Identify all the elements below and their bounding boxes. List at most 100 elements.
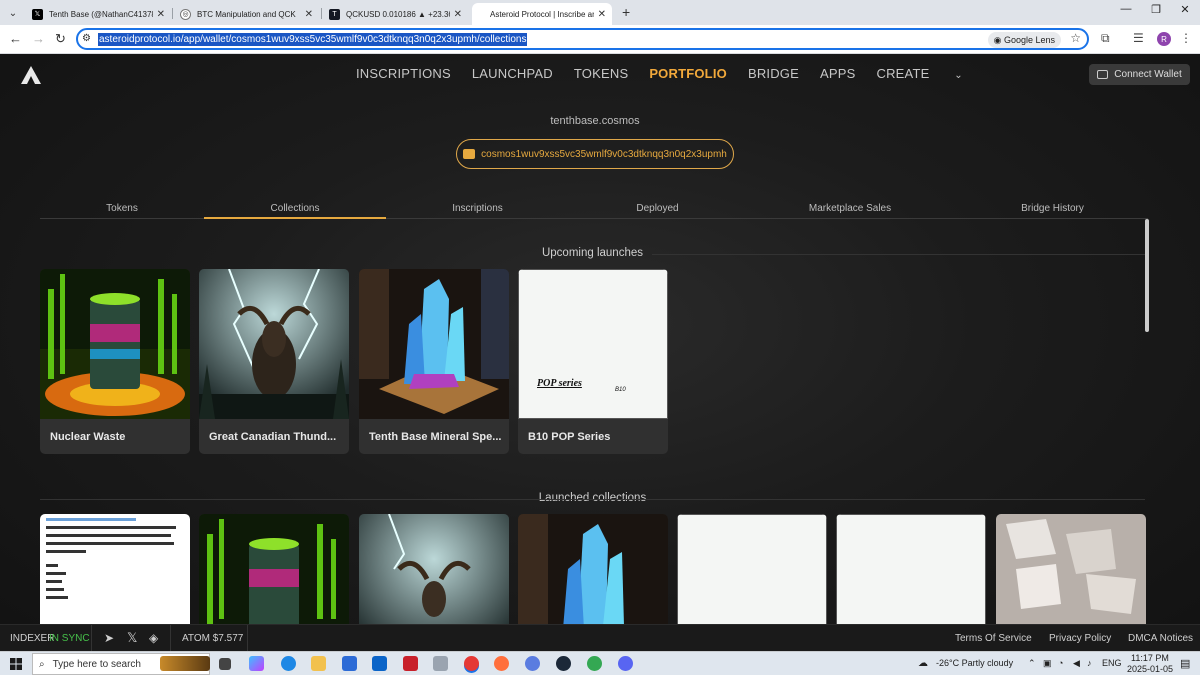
tab-marketplace-sales[interactable]: Marketplace Sales	[790, 203, 910, 214]
browser-menu-icon[interactable]: ⋮	[1180, 31, 1192, 45]
chevron-down-icon: ⌄	[954, 70, 963, 81]
main-nav: INSCRIPTIONS LAUNCHPAD TOKENS PORTFOLIO …	[356, 66, 1005, 81]
chrome-icon[interactable]	[464, 656, 479, 671]
terms-of-service-link[interactable]: Terms Of Service	[955, 633, 1032, 644]
indexer-label: INDEXER	[10, 633, 55, 644]
restore-icon[interactable]: ❐	[1141, 3, 1171, 16]
collection-card[interactable]: Tenth Base Mineral Spe...	[359, 269, 509, 454]
tab-title: Tenth Base (@NathanC4137863	[49, 9, 153, 19]
layers-icon[interactable]: ◈	[149, 631, 158, 645]
windows-taskbar: ⌕ Type here to search ☁ -26°C Partly clo…	[0, 651, 1200, 675]
back-icon[interactable]: ←	[9, 31, 22, 46]
asteroid-app: INSCRIPTIONS LAUNCHPAD TOKENS PORTFOLIO …	[0, 54, 1200, 651]
collection-card[interactable]: POP series B10 B10 POP Series	[518, 269, 668, 454]
connect-wallet-button[interactable]: Connect Wallet	[1089, 64, 1190, 85]
profile-avatar[interactable]: R	[1157, 32, 1171, 46]
browser-tab[interactable]: T QCKUSD 0.010186 ▲ +23.36% U ✕	[323, 3, 468, 25]
clock-date[interactable]: 2025-01-05	[1127, 664, 1173, 674]
bookmark-star-icon[interactable]: ☆	[1070, 31, 1081, 45]
edge-icon[interactable]	[281, 656, 296, 671]
scrollbar-thumb[interactable]	[1145, 219, 1149, 332]
pop-art-text: POP series	[537, 378, 582, 389]
app-icon[interactable]	[525, 656, 540, 671]
nav-apps[interactable]: APPS	[820, 66, 855, 81]
game-app-icon[interactable]	[403, 656, 418, 671]
google-lens-button[interactable]: ◉ Google Lens	[987, 32, 1061, 48]
calculator-icon[interactable]	[433, 656, 448, 671]
tab-deployed[interactable]: Deployed	[600, 203, 715, 214]
volume-icon[interactable]: ◀	[1073, 658, 1080, 669]
weather-icon[interactable]: ☁	[918, 658, 928, 669]
store-icon[interactable]	[342, 656, 357, 671]
network-icon[interactable]: ▣	[1043, 658, 1052, 669]
moose-thunder-artwork	[199, 269, 349, 419]
windows-start-icon[interactable]	[10, 658, 22, 670]
atom-price: ATOM $7.577	[182, 633, 244, 644]
tab-title: Asteroid Protocol | Inscribe any	[490, 9, 594, 19]
notifications-icon[interactable]: ▤	[1180, 657, 1190, 670]
collection-card[interactable]: Nuclear Waste	[40, 269, 190, 454]
collection-name: Tenth Base Mineral Spe...	[369, 430, 502, 443]
site-info-icon[interactable]: ⚙	[82, 33, 91, 44]
tab-search-icon[interactable]: ⌄	[4, 4, 22, 22]
discord-icon[interactable]	[618, 656, 633, 671]
wifi-icon[interactable]: ◔	[1058, 658, 1063, 668]
pop-art-small-text: B10	[615, 387, 626, 393]
close-tab-icon[interactable]: ✕	[305, 9, 313, 20]
browser-tab-active[interactable]: Asteroid Protocol | Inscribe any ✕	[472, 3, 612, 25]
telegram-icon[interactable]: ➤	[104, 631, 114, 645]
app-status-bar: INDEXER IN SYNC ➤ 𝕏 ◈ ATOM $7.577 Terms …	[0, 624, 1200, 651]
indexer-state: IN SYNC	[49, 633, 90, 644]
outlook-icon[interactable]	[372, 656, 387, 671]
language-indicator[interactable]: ENG	[1102, 658, 1122, 668]
steam-icon[interactable]	[556, 656, 571, 671]
dmca-notices-link[interactable]: DMCA Notices	[1128, 633, 1193, 644]
nav-launchpad[interactable]: LAUNCHPAD	[472, 66, 553, 81]
wallet-address: cosmos1wuv9xss5vc35wmlf9v0c3dtknqq3n0q2x…	[481, 148, 727, 160]
chrome-profile-icon[interactable]	[587, 656, 602, 671]
tab-bridge-history[interactable]: Bridge History	[1000, 203, 1105, 214]
url-text[interactable]: asteroidprotocol.io/app/wallet/cosmos1wu…	[98, 33, 528, 46]
search-icon: ⌕	[39, 658, 45, 670]
close-tab-icon[interactable]: ✕	[157, 9, 165, 20]
weather-text[interactable]: -26°C Partly cloudy	[936, 658, 1013, 668]
tab-title: QCKUSD 0.010186 ▲ +23.36% U	[346, 9, 450, 19]
collection-name: B10 POP Series	[528, 430, 611, 443]
nav-inscriptions[interactable]: INSCRIPTIONS	[356, 66, 451, 81]
copilot-icon[interactable]	[249, 656, 264, 671]
collection-card[interactable]: Great Canadian Thund...	[199, 269, 349, 454]
forward-icon[interactable]: →	[32, 31, 45, 46]
nav-portfolio[interactable]: PORTFOLIO	[649, 66, 727, 81]
wallet-address-pill[interactable]: cosmos1wuv9xss5vc35wmlf9v0c3dtknqq3n0q2x…	[456, 139, 734, 169]
search-placeholder: Type here to search	[52, 658, 141, 670]
tab-tokens[interactable]: Tokens	[80, 203, 164, 214]
nav-bridge[interactable]: BRIDGE	[748, 66, 799, 81]
close-tab-icon[interactable]: ✕	[454, 9, 462, 20]
reload-icon[interactable]: ↻	[55, 31, 66, 47]
speaker-icon[interactable]: ♪	[1087, 658, 1092, 668]
nav-create[interactable]: CREATE ⌄	[876, 66, 983, 81]
file-explorer-icon[interactable]	[311, 656, 326, 671]
show-hidden-icons[interactable]: ⌃	[1028, 658, 1036, 669]
media-control-icon[interactable]: ☰	[1133, 31, 1144, 45]
task-view-icon[interactable]	[219, 658, 231, 670]
minimize-icon[interactable]: —	[1111, 3, 1141, 15]
nav-tokens[interactable]: TOKENS	[574, 66, 628, 81]
clock-time[interactable]: 11:17 PM	[1131, 653, 1169, 663]
address-bar[interactable]: ⚙ asteroidprotocol.io/app/wallet/cosmos1…	[76, 28, 1089, 50]
window-close-icon[interactable]: ✕	[1170, 3, 1200, 16]
x-twitter-icon[interactable]: 𝕏	[127, 630, 137, 646]
new-tab-icon[interactable]: +	[622, 4, 630, 20]
close-tab-icon[interactable]: ✕	[598, 9, 606, 20]
extensions-icon[interactable]: ⧉	[1101, 31, 1110, 46]
tab-collections[interactable]: Collections	[224, 203, 366, 214]
asteroid-logo-icon[interactable]	[20, 65, 42, 85]
browser-tab[interactable]: ◎ BTC Manipulation and QCK ✕	[174, 3, 319, 25]
collection-name: Nuclear Waste	[50, 430, 126, 443]
firefox-icon[interactable]	[494, 656, 509, 671]
privacy-policy-link[interactable]: Privacy Policy	[1049, 633, 1111, 644]
profile-username: tenthbase.cosmos	[550, 115, 640, 127]
tradingview-logo-icon: T	[329, 8, 340, 20]
browser-tab[interactable]: 𝕏 Tenth Base (@NathanC4137863 ✕	[26, 3, 171, 25]
tab-inscriptions[interactable]: Inscriptions	[420, 203, 535, 214]
